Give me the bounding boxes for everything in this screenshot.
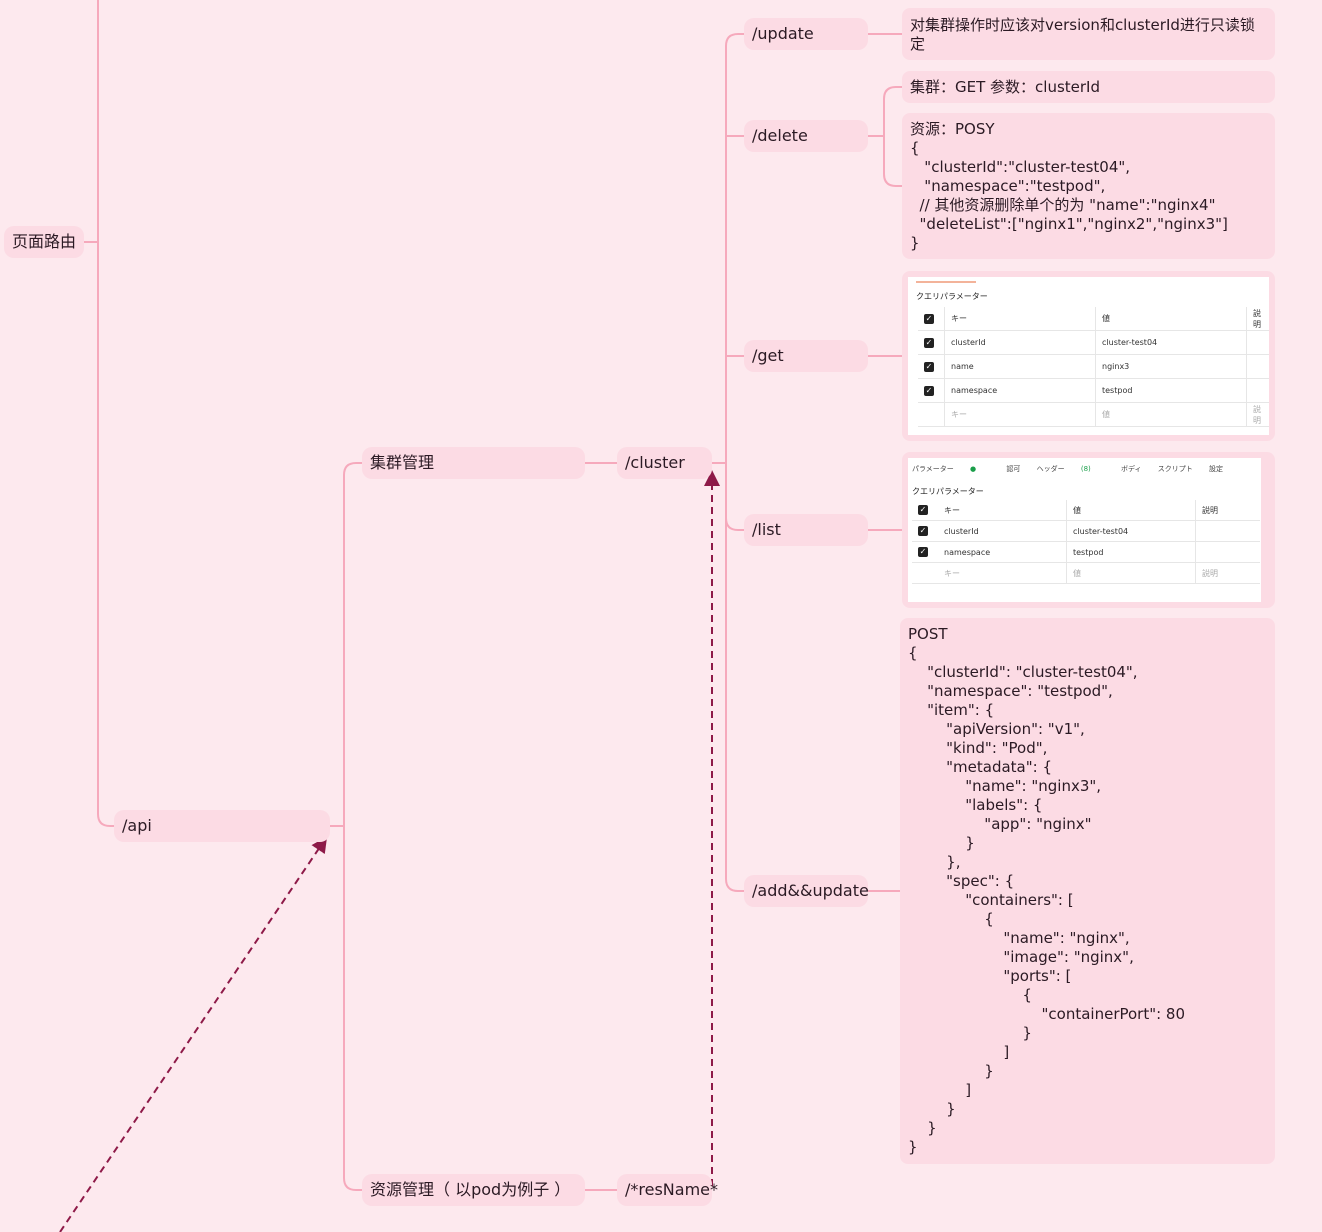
node-resource-mgmt[interactable]: 资源管理（ 以pod为例子 ）: [362, 1174, 585, 1206]
checkbox-icon[interactable]: ✓: [918, 547, 928, 557]
node-cluster-mgmt[interactable]: 集群管理: [362, 447, 585, 479]
node-delete[interactable]: /delete: [744, 120, 868, 152]
header-key: キー: [938, 500, 1067, 521]
get-params-screenshot: クエリパラメーター ✓ キー 値 説明 ✓ clusterId cluster-…: [902, 271, 1275, 441]
checkbox-icon[interactable]: ✓: [924, 361, 934, 372]
cluster-to-add-update: [725, 518, 744, 892]
tab-body[interactable]: ボディ: [1121, 465, 1142, 473]
value-placeholder[interactable]: 値: [1066, 562, 1196, 584]
table-row: ✓ clusterId cluster-test04: [912, 520, 1260, 542]
param-value[interactable]: testpod: [1095, 378, 1247, 403]
param-key[interactable]: clusterId: [944, 330, 1096, 355]
checkbox-icon[interactable]: ✓: [918, 526, 928, 536]
table-row-empty: キー 値 説明: [918, 402, 1269, 427]
desc-placeholder[interactable]: 説明: [1195, 562, 1260, 584]
node-page-route[interactable]: 页面路由: [4, 226, 84, 258]
param-value[interactable]: testpod: [1066, 541, 1196, 563]
table-row: ✓ name nginx3: [918, 354, 1269, 379]
trunk-line: [97, 0, 114, 827]
header-key: キー: [944, 307, 1096, 331]
node-update[interactable]: /update: [744, 18, 868, 50]
table-header-row: ✓ キー 値 説明: [912, 500, 1260, 521]
key-placeholder[interactable]: キー: [938, 562, 1067, 584]
table-row: ✓ namespace testpod: [912, 541, 1260, 563]
node-add-update[interactable]: /add&&update: [744, 875, 869, 907]
value-placeholder[interactable]: 値: [1095, 402, 1247, 427]
param-value[interactable]: cluster-test04: [1095, 330, 1247, 355]
table-row: ✓ namespace testpod: [918, 378, 1269, 403]
api-to-resource-mgmt: [343, 826, 362, 1191]
param-value[interactable]: nginx3: [1095, 354, 1247, 379]
table-row-empty: キー 値 説明: [912, 562, 1260, 584]
cluster-to-update: [725, 33, 744, 463]
tab-scripts[interactable]: スクリプト: [1158, 465, 1193, 473]
key-placeholder[interactable]: キー: [944, 402, 1096, 427]
query-params-title: クエリパラメーター: [916, 292, 988, 301]
param-key[interactable]: namespace: [944, 378, 1096, 403]
header-value: 値: [1066, 500, 1196, 521]
dashed-arrow-to-api: [59, 836, 328, 1232]
query-params-title: クエリパラメーター: [912, 487, 984, 496]
param-key[interactable]: namespace: [938, 541, 1067, 563]
node-list[interactable]: /list: [744, 514, 868, 546]
query-params-table: ✓ キー 値 説明 ✓ clusterId cluster-test04 ✓ n…: [918, 307, 1269, 427]
note-update: 对集群操作时应该对version和clusterId进行只读锁定: [902, 8, 1275, 60]
note-delete-resource: 资源：POSY { "clusterId":"cluster-test04", …: [902, 113, 1275, 259]
param-key[interactable]: name: [944, 354, 1096, 379]
tab-auth[interactable]: 認可: [1006, 465, 1020, 473]
tab-params[interactable]: パラメーター ●: [912, 465, 990, 473]
table-row: ✓ clusterId cluster-test04: [918, 330, 1269, 355]
desc-placeholder[interactable]: 説明: [1246, 402, 1269, 427]
note-delete-cluster: 集群：GET 参数：clusterId: [902, 71, 1275, 103]
header-desc: 説明: [1195, 500, 1260, 521]
request-tabs: パラメーター ● 認可 ヘッダー (8) ボディ スクリプト 設定: [912, 464, 1237, 474]
note-add-update-body: POST { "clusterId": "cluster-test04", "n…: [900, 618, 1275, 1164]
node-cluster[interactable]: /cluster: [617, 447, 712, 479]
checkbox-icon[interactable]: ✓: [918, 505, 928, 515]
active-tab-underline: [916, 281, 976, 283]
node-get[interactable]: /get: [744, 340, 868, 372]
list-params-screenshot: パラメーター ● 認可 ヘッダー (8) ボディ スクリプト 設定 クエリパラメ…: [902, 452, 1275, 608]
query-params-table: ✓ キー 値 説明 ✓ clusterId cluster-test04 ✓ n…: [912, 500, 1260, 584]
param-value[interactable]: cluster-test04: [1066, 520, 1196, 542]
cluster-to-list: [725, 463, 744, 531]
checkbox-icon[interactable]: ✓: [924, 337, 934, 348]
checkbox-icon[interactable]: ✓: [924, 385, 934, 396]
node-res-name[interactable]: /*resName*: [617, 1174, 718, 1206]
header-value: 値: [1095, 307, 1247, 331]
tab-headers[interactable]: ヘッダー (8): [1037, 465, 1105, 473]
checkbox-icon[interactable]: ✓: [924, 313, 934, 324]
table-header-row: ✓ キー 値 説明: [918, 307, 1269, 331]
tab-settings[interactable]: 設定: [1209, 465, 1223, 473]
param-key[interactable]: clusterId: [938, 520, 1067, 542]
header-desc: 説明: [1246, 307, 1269, 331]
api-to-cluster-mgmt: [343, 462, 362, 826]
node-api[interactable]: /api: [114, 810, 330, 842]
